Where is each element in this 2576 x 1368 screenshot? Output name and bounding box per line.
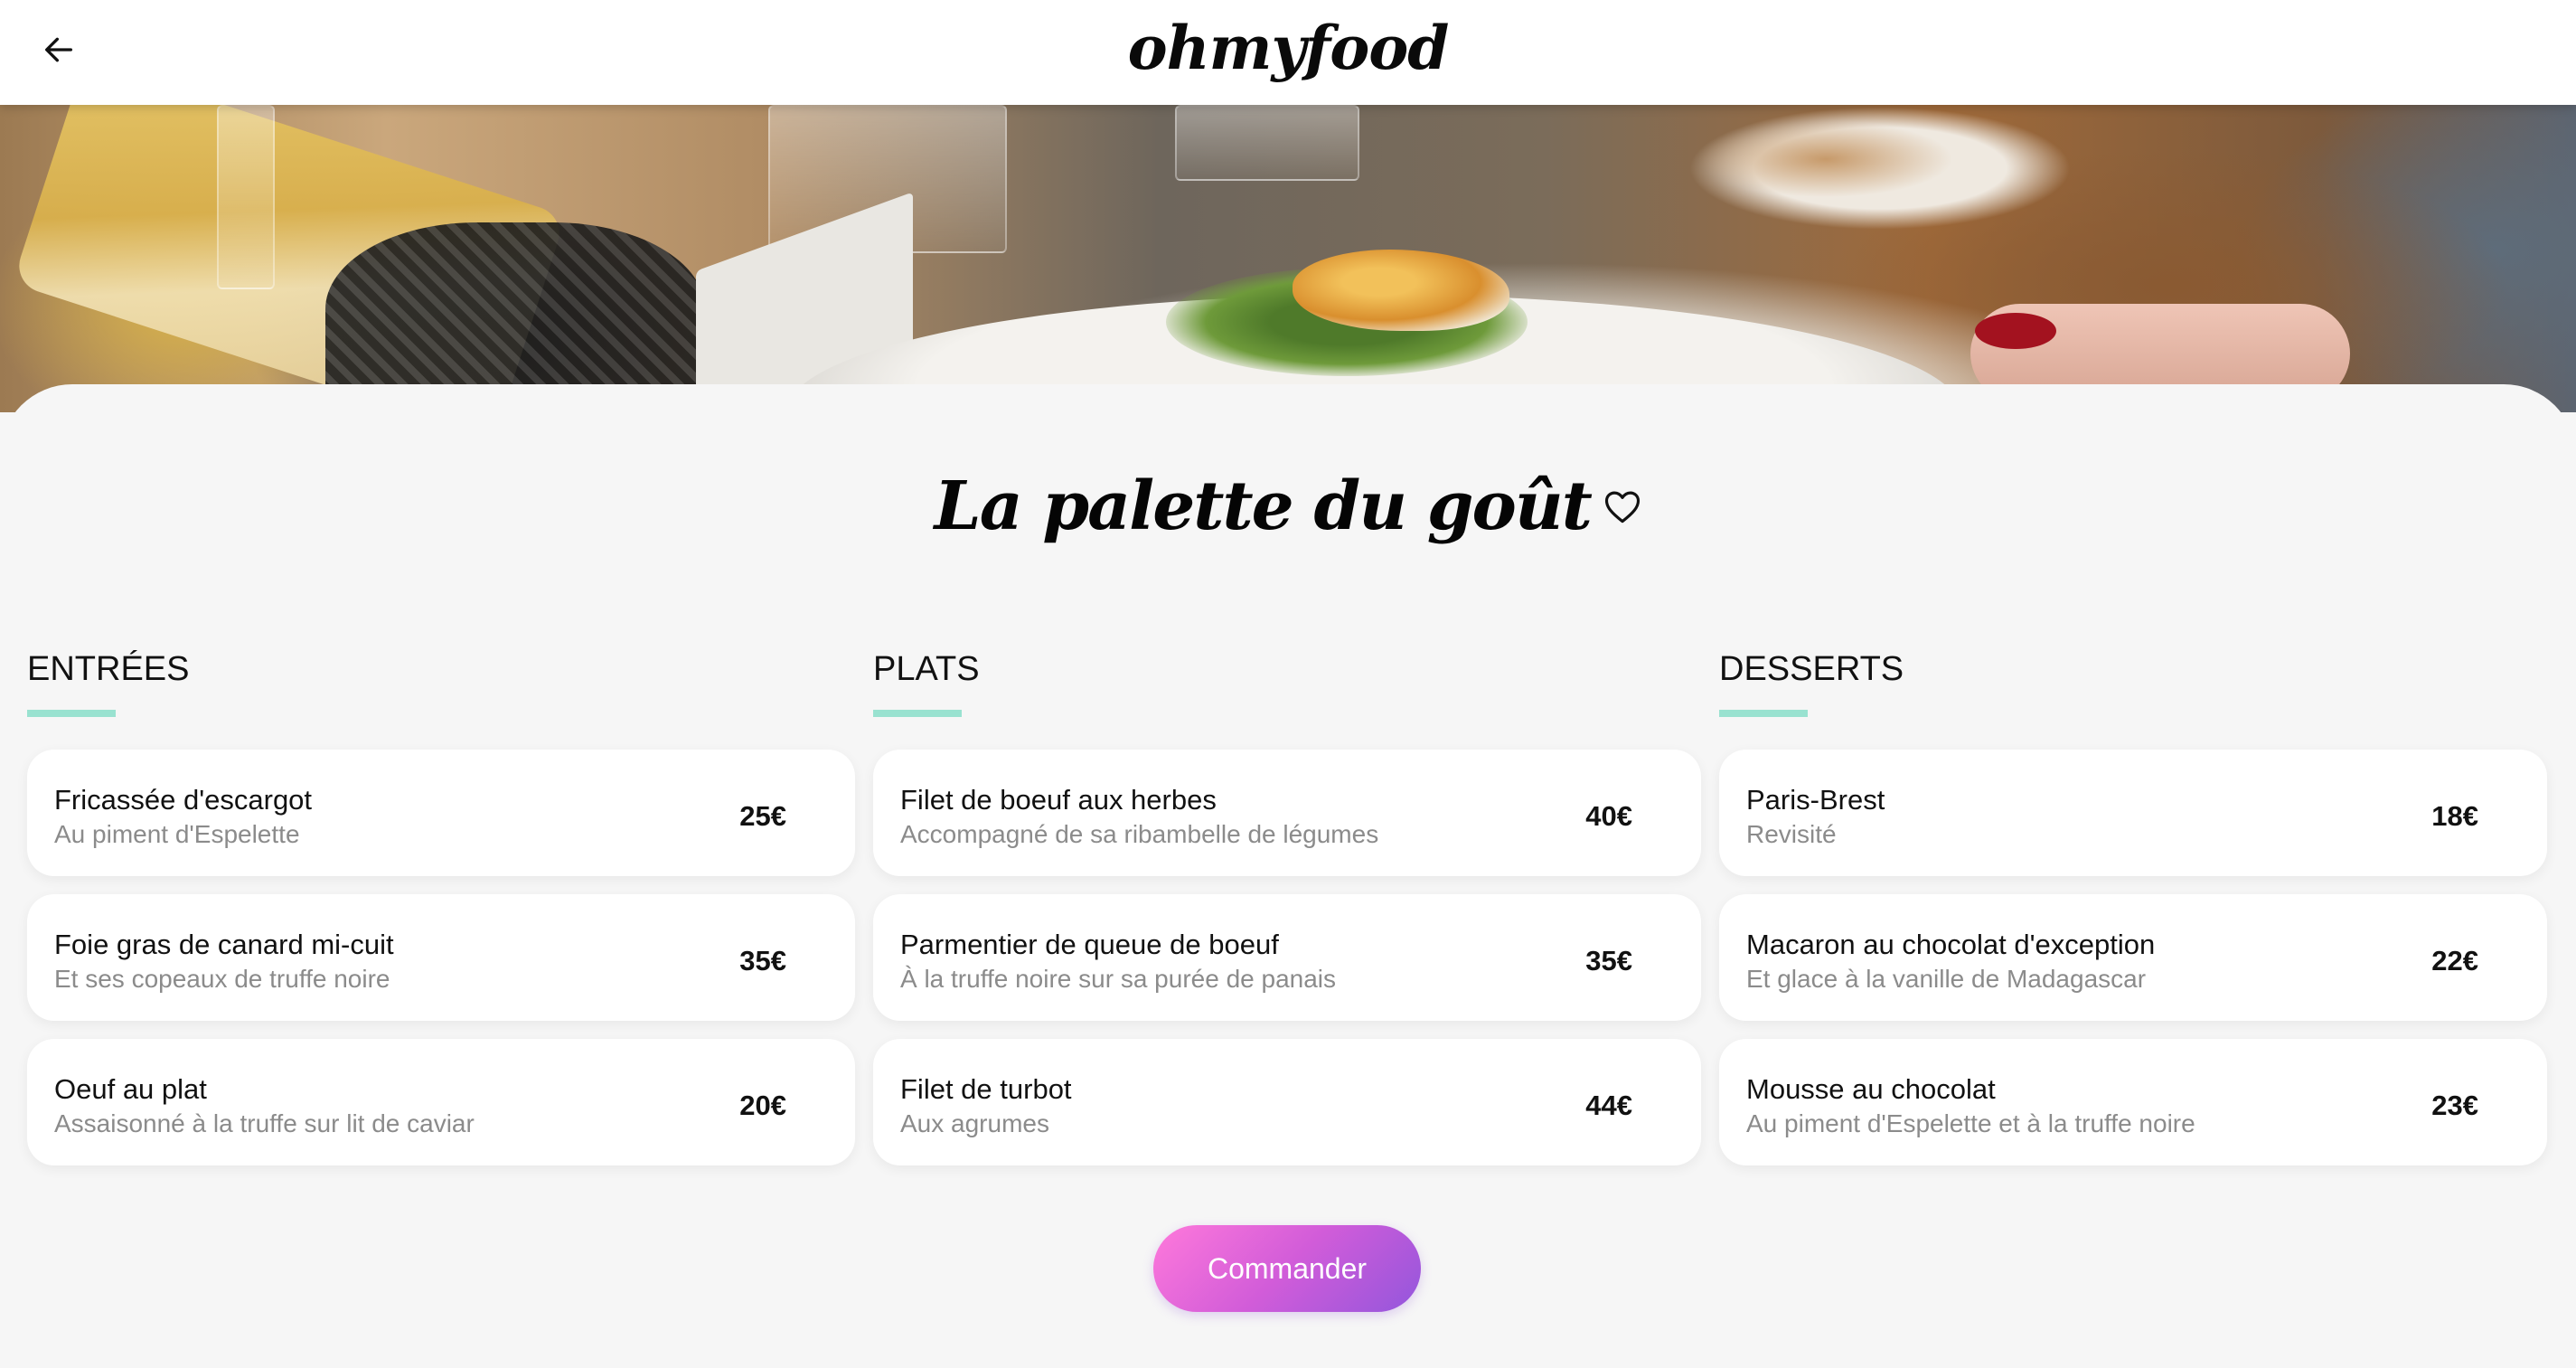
menu-column-title: ENTRÉES [27,650,190,688]
dish-name: Paris-Brest [1746,784,1885,816]
hero-glass-shape [1175,105,1359,181]
dish-card[interactable]: Filet de turbot Aux agrumes 44€ [873,1039,1701,1165]
dish-card[interactable]: Fricassée d'escargot Au piment d'Espelet… [27,750,855,876]
dish-name: Filet de turbot [900,1073,1072,1105]
dish-name: Parmentier de queue de boeuf [900,929,1279,960]
hero-fish-shape [1293,250,1509,331]
menu-column-entrees: ENTRÉES Fricassée d'escargot Au piment d… [27,646,855,1184]
dish-card[interactable]: Filet de boeuf aux herbes Accompagné de … [873,750,1701,876]
menu-column-plats: PLATS Filet de boeuf aux herbes Accompag… [873,646,1701,1184]
order-button[interactable]: Commander [1153,1225,1421,1312]
dish-price: 20€ [739,1090,786,1121]
app-header: ohmyfood [0,0,2576,105]
dish-description: Et glace à la vanille de Madagascar [1746,965,2147,993]
hero-image [0,105,2576,412]
dish-price: 44€ [1585,1090,1632,1121]
dish-price: 23€ [2431,1090,2478,1121]
dish-card[interactable]: Parmentier de queue de boeuf À la truffe… [873,894,1701,1021]
heart-outline-icon[interactable] [1603,488,1641,529]
hero-nail-shape [1975,313,2056,349]
hero-glass-shape [217,105,275,289]
column-title-underline [873,710,962,717]
dish-description: Aux agrumes [900,1109,1049,1137]
restaurant-title: La palette du goût [934,467,1593,545]
dish-card[interactable]: Mousse au chocolat Au piment d'Espelette… [1719,1039,2547,1165]
menu-column-title: PLATS [873,650,980,688]
restaurant-content: La palette du goût ENTRÉES Fricassée d'e… [0,384,2576,1368]
dish-description: Accompagné de sa ribambelle de légumes [900,820,1379,848]
dish-price: 25€ [739,800,786,832]
dish-description: Au piment d'Espelette [54,820,300,848]
column-title-underline [27,710,116,717]
dish-price: 40€ [1585,800,1632,832]
column-title-underline [1719,710,1808,717]
dish-name: Macaron au chocolat d'exception [1746,929,2156,960]
dish-price: 35€ [1585,945,1632,976]
menu-column-desserts: DESSERTS Paris-Brest Revisité 18€ Macaro… [1719,646,2547,1184]
dish-price: 18€ [2431,800,2478,832]
dish-card[interactable]: Macaron au chocolat d'exception Et glace… [1719,894,2547,1021]
dish-name: Mousse au chocolat [1746,1073,1996,1105]
dish-card[interactable]: Oeuf au plat Assaisonné à la truffe sur … [27,1039,855,1165]
brand-logo[interactable]: ohmyfood [0,13,2576,83]
restaurant-header: La palette du goût [0,467,2576,545]
dish-name: Fricassée d'escargot [54,784,313,816]
dish-card[interactable]: Foie gras de canard mi-cuit Et ses copea… [27,894,855,1021]
dish-description: Et ses copeaux de truffe noire [54,965,390,993]
dish-name: Foie gras de canard mi-cuit [54,929,394,960]
dish-name: Filet de boeuf aux herbes [900,784,1217,816]
dish-description: Assaisonné à la truffe sur lit de caviar [54,1109,475,1137]
menu-columns: ENTRÉES Fricassée d'escargot Au piment d… [27,646,2549,1184]
dish-price: 35€ [739,945,786,976]
dish-card[interactable]: Paris-Brest Revisité 18€ [1719,750,2547,876]
dish-description: À la truffe noire sur sa purée de panais [900,965,1337,993]
menu-column-title: DESSERTS [1719,650,1904,688]
dish-price: 22€ [2431,945,2478,976]
dish-name: Oeuf au plat [54,1073,207,1105]
dish-description: Revisité [1746,820,1837,848]
dish-description: Au piment d'Espelette et à la truffe noi… [1746,1109,2195,1137]
